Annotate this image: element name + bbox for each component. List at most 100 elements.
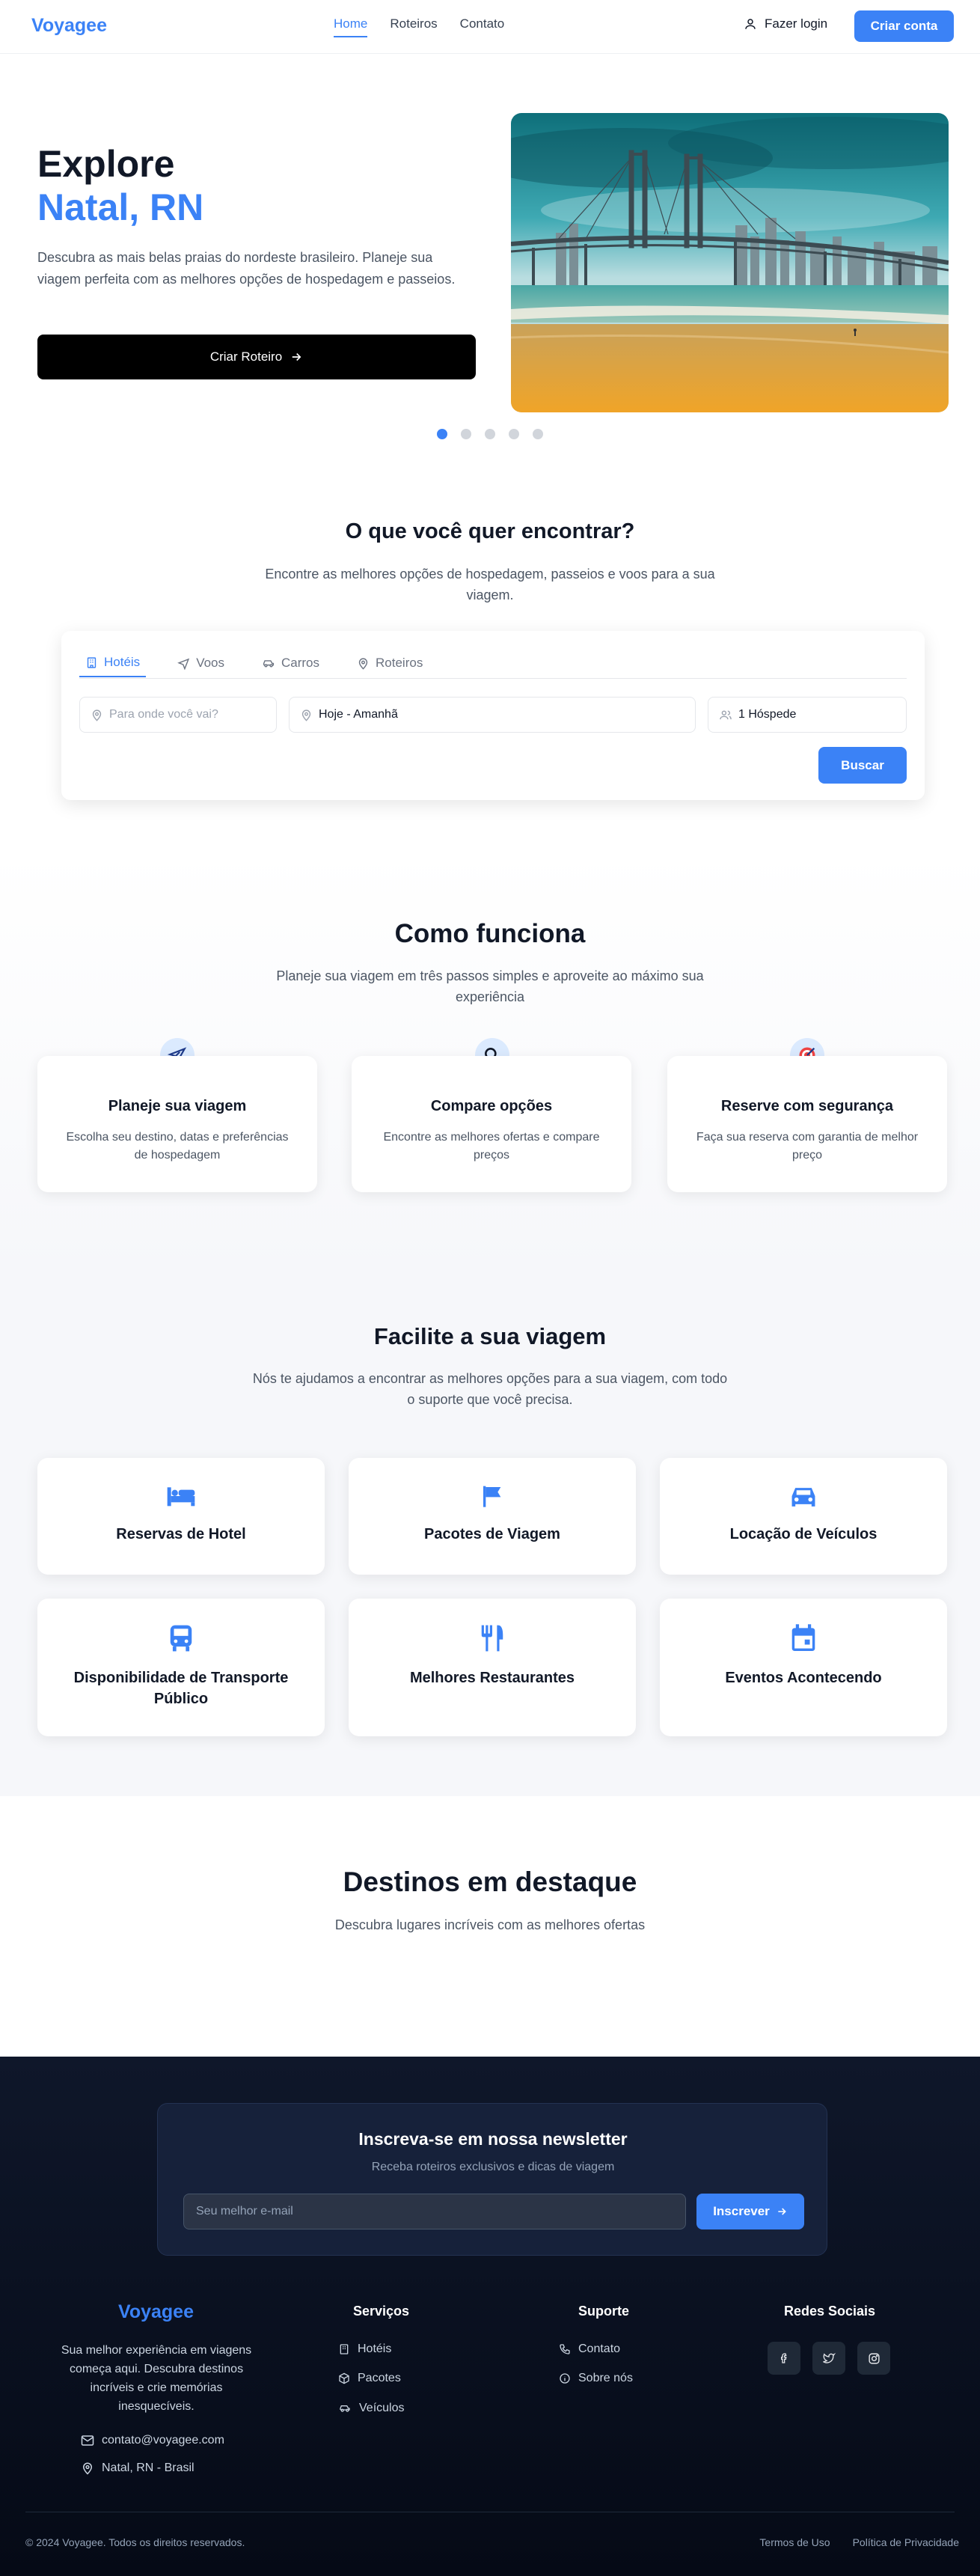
arrow-right-icon [778,2208,786,2215]
guests-value: 1 Hóspede [738,708,797,721]
search-card: Hotéis Voos Carros Roteiros Hoje - Amanh… [61,631,925,800]
nav-roteiros[interactable]: Roteiros [390,16,437,37]
tab-voos-label: Voos [196,656,224,670]
feature-travel-packages[interactable]: Pacotes de Viagem [349,1458,636,1575]
footer-logo[interactable]: Voyagee [118,2301,194,2323]
footer-location: Natal, RN - Brasil [81,2461,195,2475]
how-title: Como funciona [394,919,586,948]
footer-link-label: Veículos [359,2402,405,2414]
carousel-dot-4[interactable] [509,429,519,439]
search-tabs: Hotéis Voos Carros Roteiros [79,649,907,679]
footer-email[interactable]: contato@voyagee.com [81,2434,224,2447]
bus-icon [170,1625,192,1652]
tab-voos[interactable]: Voos [171,649,230,677]
step-title: Compare opções [430,1098,553,1114]
calendar-icon [791,1624,815,1651]
destinations-title: Destinos em destaque [343,1867,637,1897]
nav-contato[interactable]: Contato [460,16,505,37]
twitter-link[interactable] [812,2342,845,2375]
hero-title: Explore Natal, RN [37,142,203,229]
footer-link-label: Sobre nós [578,2372,633,2384]
carousel-dot-1[interactable] [437,429,447,439]
destinations-subtitle: Descubra lugares incríveis com as melhor… [334,1917,646,1932]
legal-links: Termos de Uso Política de Privacidade [759,2536,959,2548]
instagram-link[interactable] [857,2342,890,2375]
plane-icon [177,658,190,670]
step-title: Reserve com segurança [720,1098,894,1114]
feature-vehicle-rental[interactable]: Locação de Veículos [660,1458,947,1575]
tab-hoteis-label: Hotéis [104,655,141,669]
destination-field[interactable] [79,697,277,733]
footer-link-pacotes[interactable]: Pacotes [338,2372,401,2385]
search-button[interactable]: Buscar [818,747,907,784]
social-title: Redes Sociais [784,2304,876,2319]
facilite-subtitle: Nós te ajudamos a encontrar as melhores … [252,1371,728,1407]
newsletter-title: Inscreva-se em nossa newsletter [358,2129,628,2149]
login-label: Fazer login [765,16,828,31]
step-text: Faça sua reserva com garantia de melhor … [696,1131,919,1162]
carousel-dot-3[interactable] [485,429,495,439]
carousel-dots [437,429,543,439]
map-pin-icon [92,709,102,721]
feature-label: Locação de Veículos [729,1526,878,1542]
logo[interactable]: Voyagee [31,15,107,37]
support-title: Suporte [578,2304,630,2319]
privacy-link[interactable]: Política de Privacidade [853,2536,959,2548]
feature-label: Melhores Restaurantes [409,1670,575,1686]
search-section-title: O que você quer encontrar? [345,519,635,543]
package-icon [339,2372,349,2384]
utensils-icon [481,1625,503,1652]
create-account-button[interactable]: Criar conta [854,10,954,42]
tab-roteiros-label: Roteiros [376,656,423,670]
nav-home[interactable]: Home [334,16,368,37]
step-card-reserve: Reserve com segurança Faça sua reserva c… [667,1056,947,1192]
carousel-dot-2[interactable] [461,429,471,439]
guests-field[interactable]: 1 Hóspede [708,697,907,733]
hero-description: Descubra as mais belas praias do nordest… [37,250,456,287]
footer-link-veiculos[interactable]: Veículos [338,2402,404,2415]
arrow-right-icon [292,352,301,361]
create-itinerary-button[interactable]: Criar Roteiro [37,335,476,379]
feature-label: Disponibilidade de Transporte Público [73,1670,289,1707]
user-icon [745,19,756,29]
tab-hoteis[interactable]: Hotéis [79,649,147,677]
tab-carros[interactable]: Carros [256,649,325,677]
feature-label: Reservas de Hotel [116,1526,246,1542]
carousel-dot-5[interactable] [533,429,543,439]
feature-hotel-bookings[interactable]: Reservas de Hotel [37,1458,325,1575]
newsletter-email-input[interactable] [183,2194,686,2229]
hero-title-line1: Explore [37,143,175,185]
feature-restaurants[interactable]: Melhores Restaurantes [349,1599,636,1736]
footer-location-text: Natal, RN - Brasil [102,2461,195,2474]
create-itinerary-label: Criar Roteiro [209,350,283,364]
map-pin-icon [358,657,368,670]
footer-link-label: Pacotes [358,2372,401,2384]
copyright: © 2024 Voyagee. Todos os direitos reserv… [25,2536,245,2548]
mail-icon [81,2435,94,2446]
destination-input[interactable] [109,708,251,721]
feature-public-transport[interactable]: Disponibilidade de Transporte Público [37,1599,325,1736]
info-icon [560,2373,570,2384]
map-pin-icon [301,709,311,721]
map-pin-icon [82,2462,93,2475]
footer-link-sobre[interactable]: Sobre nós [559,2372,633,2385]
step-title: Planeje sua viagem [108,1098,247,1114]
tab-roteiros[interactable]: Roteiros [351,649,429,677]
feature-events[interactable]: Eventos Acontecendo [660,1599,947,1736]
car-icon [791,1488,815,1507]
terms-link[interactable]: Termos de Uso [759,2536,830,2548]
footer-link-label: Contato [578,2342,621,2355]
facilite-title: Facilite a sua viagem [373,1323,607,1349]
login-link[interactable]: Fazer login [744,16,827,31]
facebook-link[interactable] [768,2342,800,2375]
subscribe-button[interactable]: Inscrever [696,2194,804,2229]
footer-link-hoteis[interactable]: Hotéis [338,2342,391,2356]
dates-field[interactable]: Hoje - Amanhã [289,697,696,733]
feature-label: Pacotes de Viagem [424,1526,560,1542]
search-section-subtitle: Encontre as melhores opções de hospedage… [265,567,715,602]
feature-label: Eventos Acontecendo [725,1670,882,1686]
phone-icon [560,2344,570,2354]
car-icon [340,2405,350,2412]
footer-link-contato[interactable]: Contato [559,2342,620,2356]
main-nav: Home Roteiros Contato [334,16,504,37]
